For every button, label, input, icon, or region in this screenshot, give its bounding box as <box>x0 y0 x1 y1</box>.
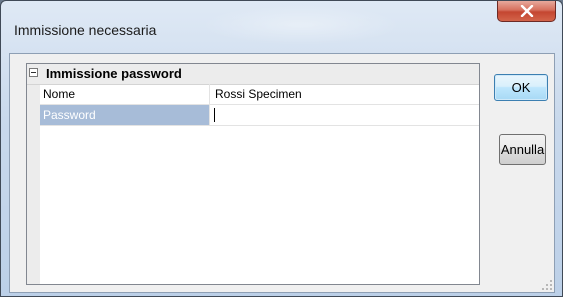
password-input[interactable] <box>211 105 479 125</box>
category-row[interactable]: Immissione password <box>27 64 479 85</box>
dialog-window: Immissione necessaria Immissione passwor… <box>0 0 563 297</box>
text-caret <box>214 108 215 122</box>
property-name: Nome <box>40 84 210 104</box>
cancel-button[interactable]: Annulla <box>499 134 546 165</box>
close-icon <box>520 5 533 17</box>
title-bar-glow <box>201 5 401 45</box>
title-bar[interactable]: Immissione necessaria <box>1 1 562 53</box>
window-title: Immissione necessaria <box>14 22 157 38</box>
close-button[interactable] <box>497 1 556 22</box>
dialog-content: Immissione password Nome Rossi Specimen … <box>9 53 555 293</box>
ok-button[interactable]: OK <box>494 74 548 101</box>
property-row-password[interactable]: Password <box>40 105 479 126</box>
category-label: Immissione password <box>46 66 182 81</box>
resize-grip-icon[interactable] <box>542 280 552 290</box>
property-value: Rossi Specimen <box>215 87 302 101</box>
grid-gutter <box>27 64 40 284</box>
collapse-icon[interactable] <box>29 68 38 77</box>
property-row-nome[interactable]: Nome Rossi Specimen <box>40 84 479 105</box>
property-name: Password <box>40 105 210 125</box>
property-grid: Immissione password Nome Rossi Specimen … <box>26 63 480 285</box>
